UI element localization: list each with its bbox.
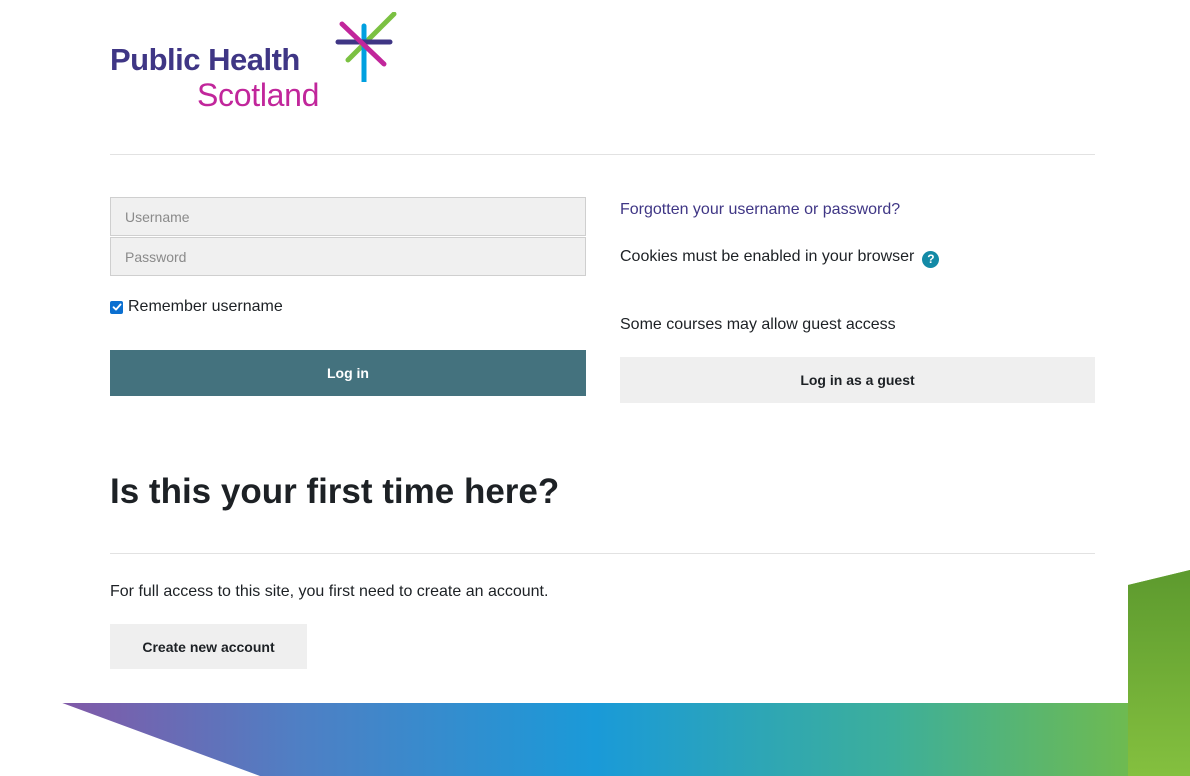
- cookies-notice: Cookies must be enabled in your browser?: [620, 248, 940, 268]
- star-logo-icon: [335, 12, 397, 82]
- signup-divider: [110, 553, 1095, 554]
- log-in-button[interactable]: Log in: [110, 350, 586, 396]
- username-input[interactable]: [110, 197, 586, 236]
- password-input[interactable]: [110, 237, 586, 276]
- remember-username[interactable]: Remember username: [110, 298, 283, 316]
- header-divider: [110, 154, 1095, 155]
- signup-description: For full access to this site, you first …: [110, 583, 549, 600]
- logo-text-public-health: Public Health: [110, 42, 300, 77]
- logo-text-scotland: Scotland: [197, 77, 320, 113]
- remember-checkbox[interactable]: [110, 300, 123, 314]
- cookies-text: Cookies must be enabled in your browser: [620, 248, 915, 265]
- help-icon[interactable]: ?: [922, 250, 940, 268]
- remember-label: Remember username: [128, 298, 283, 315]
- create-new-account-button[interactable]: Create new account: [110, 624, 307, 669]
- first-time-heading: Is this your first time here?: [110, 472, 560, 511]
- checkmark-icon: [112, 303, 122, 311]
- guest-access-text: Some courses may allow guest access: [620, 316, 896, 333]
- login-card: Public Health Scotland Remember username…: [0, 0, 1128, 703]
- forgot-password-link[interactable]: Forgotten your username or password?: [620, 201, 900, 219]
- site-logo[interactable]: Public Health Scotland: [110, 12, 410, 122]
- log-in-as-guest-button[interactable]: Log in as a guest: [620, 357, 1095, 403]
